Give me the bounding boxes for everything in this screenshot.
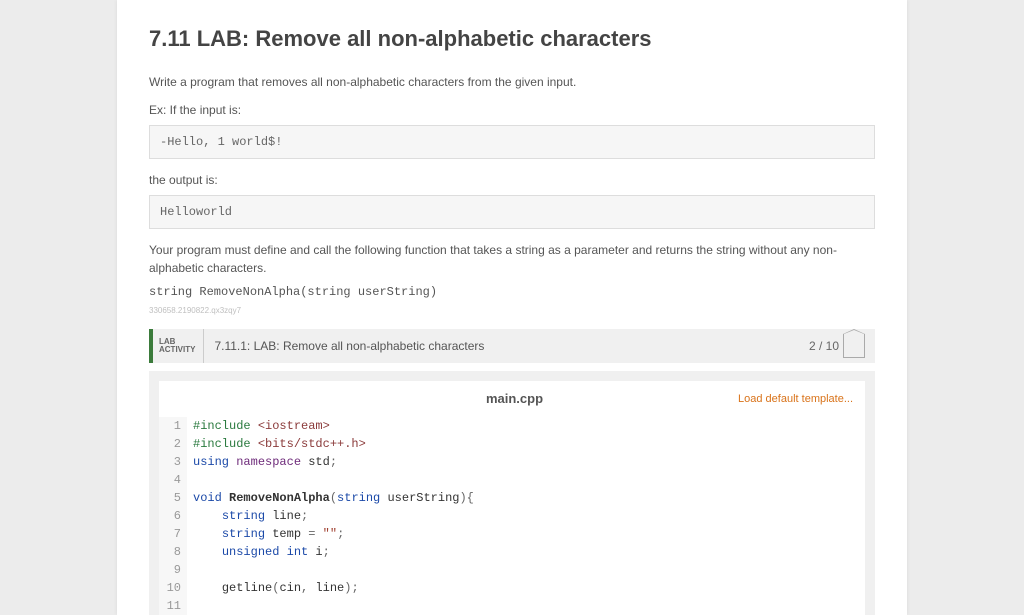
example-output-label: the output is: bbox=[149, 171, 875, 189]
line-number: 6 bbox=[159, 507, 187, 525]
code-line[interactable]: 5void RemoveNonAlpha(string userString){ bbox=[159, 489, 865, 507]
line-number: 11 bbox=[159, 597, 187, 615]
requirement-text: Your program must define and call the fo… bbox=[149, 241, 875, 277]
intro-text: Write a program that removes all non-alp… bbox=[149, 73, 875, 91]
lab-activity-title: 7.11.1: LAB: Remove all non-alphabetic c… bbox=[204, 329, 799, 363]
code-text[interactable]: getline(cin, line); bbox=[187, 579, 359, 597]
lab-score-text: 2 / 10 bbox=[809, 337, 839, 355]
code-text[interactable] bbox=[187, 561, 200, 579]
meta-id: 330658.2190822.qx3zqy7 bbox=[149, 305, 875, 317]
code-text[interactable] bbox=[187, 597, 200, 615]
code-line[interactable]: 10 getline(cin, line); bbox=[159, 579, 865, 597]
score-badge-icon bbox=[843, 334, 865, 358]
code-line[interactable]: 8 unsigned int i; bbox=[159, 543, 865, 561]
code-line[interactable]: 2#include <bits/stdc++.h> bbox=[159, 435, 865, 453]
example-input-box: -Hello, 1 world$! bbox=[149, 125, 875, 159]
code-text[interactable]: string line; bbox=[187, 507, 308, 525]
load-template-link[interactable]: Load default template... bbox=[738, 391, 853, 408]
page-wrapper: 7.11 LAB: Remove all non-alphabetic char… bbox=[117, 0, 907, 615]
lab-badge: LAB ACTIVITY bbox=[153, 329, 204, 363]
code-text[interactable]: #include <iostream> bbox=[187, 417, 330, 435]
function-signature: string RemoveNonAlpha(string userString) bbox=[149, 283, 875, 301]
content: 7.11 LAB: Remove all non-alphabetic char… bbox=[117, 0, 907, 615]
code-text[interactable]: unsigned int i; bbox=[187, 543, 330, 561]
example-output-box: Helloworld bbox=[149, 195, 875, 229]
line-number: 9 bbox=[159, 561, 187, 579]
code-line[interactable]: 11 bbox=[159, 597, 865, 615]
code-text[interactable]: using namespace std; bbox=[187, 453, 337, 471]
lab-activity-header: LAB ACTIVITY 7.11.1: LAB: Remove all non… bbox=[149, 329, 875, 363]
page-title: 7.11 LAB: Remove all non-alphabetic char… bbox=[149, 22, 875, 55]
line-number: 2 bbox=[159, 435, 187, 453]
code-line[interactable]: 9 bbox=[159, 561, 865, 579]
line-number: 4 bbox=[159, 471, 187, 489]
code-panel-header: main.cpp Load default template... bbox=[159, 381, 865, 417]
code-text[interactable] bbox=[187, 471, 200, 489]
filename-label: main.cpp bbox=[291, 389, 738, 409]
line-number: 5 bbox=[159, 489, 187, 507]
lab-score: 2 / 10 bbox=[799, 329, 875, 363]
line-number: 1 bbox=[159, 417, 187, 435]
line-number: 10 bbox=[159, 579, 187, 597]
line-number: 3 bbox=[159, 453, 187, 471]
lab-badge-line2: ACTIVITY bbox=[159, 346, 195, 354]
code-text[interactable]: void RemoveNonAlpha(string userString){ bbox=[187, 489, 474, 507]
example-input-label: Ex: If the input is: bbox=[149, 101, 875, 119]
code-panel: main.cpp Load default template... 1#incl… bbox=[149, 371, 875, 615]
code-line[interactable]: 1#include <iostream> bbox=[159, 417, 865, 435]
code-line[interactable]: 4 bbox=[159, 471, 865, 489]
code-text[interactable]: #include <bits/stdc++.h> bbox=[187, 435, 366, 453]
line-number: 8 bbox=[159, 543, 187, 561]
code-line[interactable]: 6 string line; bbox=[159, 507, 865, 525]
code-line[interactable]: 3using namespace std; bbox=[159, 453, 865, 471]
code-editor[interactable]: 1#include <iostream>2#include <bits/stdc… bbox=[159, 417, 865, 615]
